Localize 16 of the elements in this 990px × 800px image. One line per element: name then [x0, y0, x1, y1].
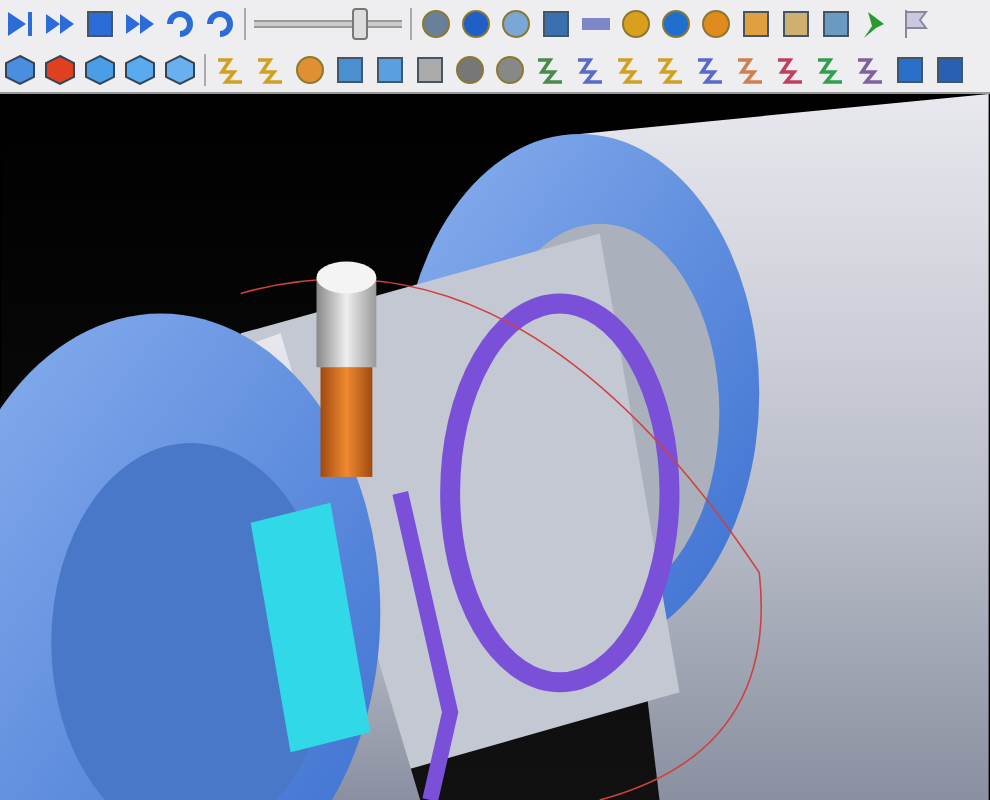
- cube-icon[interactable]: [124, 53, 156, 85]
- cube-icon[interactable]: [4, 53, 36, 85]
- zigzag-icon[interactable]: [694, 53, 726, 85]
- cube-icon[interactable]: [44, 53, 76, 85]
- zigzag-icon[interactable]: [854, 53, 886, 85]
- zigzag-icon[interactable]: [574, 53, 606, 85]
- zigzag-icon[interactable]: [774, 53, 806, 85]
- flag-icon[interactable]: [900, 7, 932, 39]
- cube-icon[interactable]: [84, 53, 116, 85]
- step-forward-icon[interactable]: [4, 7, 36, 39]
- stop-icon[interactable]: [84, 7, 116, 39]
- cube-icon[interactable]: [164, 53, 196, 85]
- zigzag-icon[interactable]: [734, 53, 766, 85]
- zigzag-icon[interactable]: [814, 53, 846, 85]
- zigzag-icon[interactable]: [534, 53, 566, 85]
- slider-thumb[interactable]: [352, 7, 369, 39]
